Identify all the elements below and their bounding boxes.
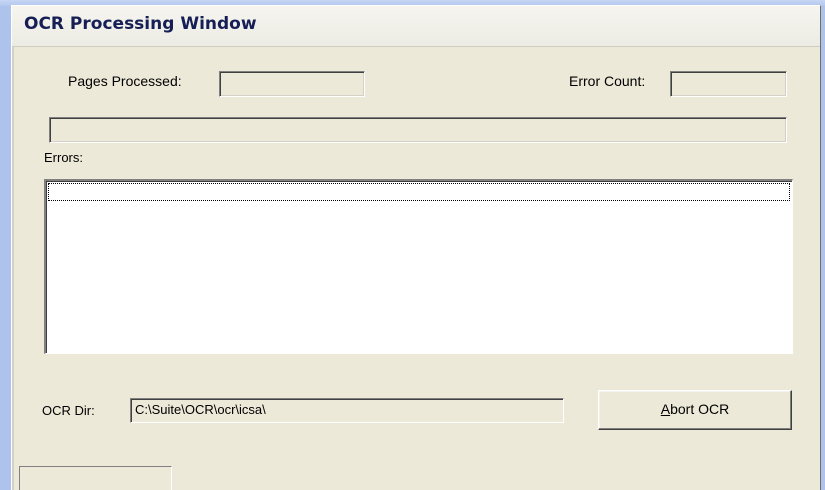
pages-processed-label: Pages Processed: [68,73,182,89]
status-bar-panel [19,466,172,490]
ocr-dir-field[interactable]: C:\Suite\OCR\ocr\icsa\ [130,398,564,423]
pages-processed-field [219,71,365,97]
title-bar[interactable]: OCR Processing Window [12,6,820,47]
ocr-dir-label: OCR Dir: [42,403,95,418]
ocr-progress-bar [49,117,787,143]
errors-list-focus-row[interactable] [48,183,790,201]
abort-ocr-button[interactable]: Abort OCR [598,390,792,430]
abort-ocr-button-label: bort OCR [670,401,730,417]
errors-label: Errors: [44,150,83,165]
errors-listbox[interactable] [44,179,793,354]
abort-ocr-button-mnemonic: A [660,401,671,417]
ocr-processing-window: OCR Processing Window Pages Processed: E… [11,5,821,490]
error-count-label: Error Count: [569,73,646,89]
window-title: OCR Processing Window [24,14,257,34]
error-count-field [670,71,787,97]
